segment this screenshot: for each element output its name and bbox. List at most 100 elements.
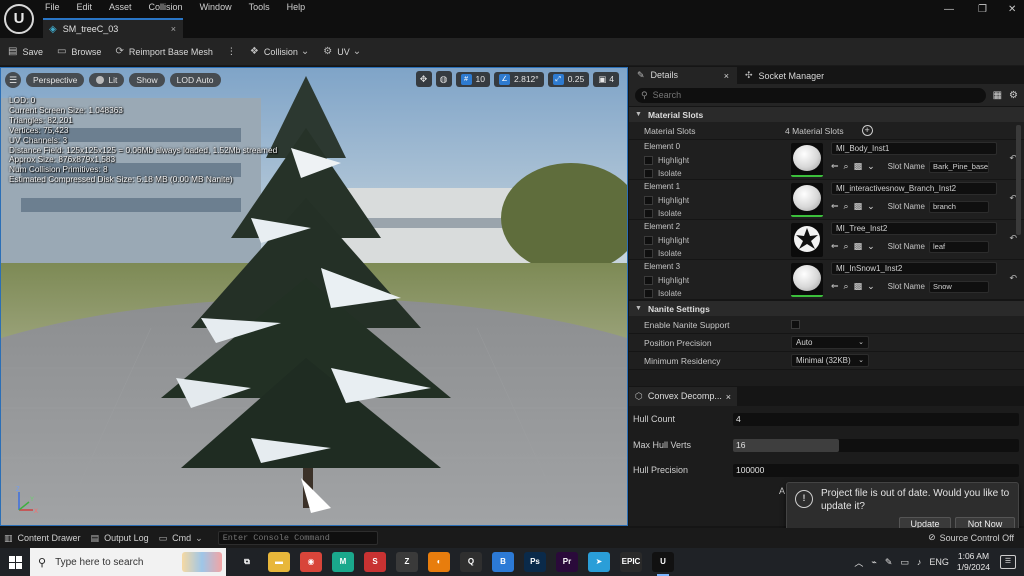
table-view-icon[interactable]: ▦ <box>993 90 1002 101</box>
menu-file[interactable]: File <box>40 0 65 16</box>
chevron-down-icon[interactable]: ⌄ <box>867 161 875 172</box>
world-icon[interactable]: ◍ <box>435 71 452 87</box>
tab-details[interactable]: ✎ Details × <box>629 67 737 84</box>
taskbar-app-app-m-icon[interactable]: M <box>332 552 354 572</box>
taskbar-app-photoshop-icon[interactable]: Ps <box>524 552 546 572</box>
checker-icon[interactable]: ▩ <box>854 241 863 252</box>
save-button[interactable]: ▤ Save <box>8 46 43 57</box>
isolate-checkbox[interactable] <box>644 249 653 258</box>
taskbar-app-app-s-icon[interactable]: S <box>364 552 386 572</box>
show-button[interactable]: Show <box>129 72 165 87</box>
transform-icon[interactable]: ✥ <box>415 71 432 87</box>
uv-dropdown[interactable]: ⚙ UV ⌄ <box>323 46 361 57</box>
rotation-snap-control[interactable]: ∠ 2.812° <box>494 71 544 87</box>
chevron-down-icon[interactable]: ⌄ <box>867 281 875 292</box>
slot-name-field[interactable]: Bark_Pine_baseC <box>929 160 990 173</box>
tab-convex-decomposition[interactable]: ⬡ Convex Decomp... × <box>629 387 737 406</box>
taskbar-app-blender-icon[interactable]: ◐ <box>428 552 450 572</box>
console-command-input[interactable] <box>217 531 378 545</box>
max-hull-verts-slider[interactable]: 16 <box>733 438 1019 452</box>
isolate-checkbox[interactable] <box>644 289 653 298</box>
close-window-button[interactable]: ✕ <box>1008 4 1016 15</box>
battery-icon[interactable]: ▭ <box>900 557 909 568</box>
hull-precision-slider[interactable]: 100000 <box>733 463 1019 477</box>
use-selected-icon[interactable]: ⇐ <box>831 201 839 212</box>
reimport-button[interactable]: ⟳ Reimport Base Mesh <box>115 46 212 57</box>
details-search-input[interactable] <box>652 90 953 100</box>
slot-name-field[interactable]: leaf <box>929 240 990 253</box>
highlight-checkbox[interactable] <box>644 196 653 205</box>
use-selected-icon[interactable]: ⇐ <box>831 161 839 172</box>
chevron-down-icon[interactable]: ⌄ <box>867 201 875 212</box>
cmd-dropdown[interactable]: ▭ Cmd ⌄ <box>159 533 208 544</box>
highlight-checkbox[interactable] <box>644 236 653 245</box>
use-selected-icon[interactable]: ⇐ <box>831 241 839 252</box>
language-indicator[interactable]: ENG <box>929 557 949 567</box>
taskbar-app-epic-games-icon[interactable]: EPIC <box>620 552 642 572</box>
material-thumbnail[interactable] <box>791 143 823 177</box>
close-icon[interactable]: × <box>171 24 176 34</box>
add-material-slot-icon[interactable]: + <box>861 125 873 136</box>
taskbar-app-file-explorer-icon[interactable]: ▬ <box>268 552 290 572</box>
taskbar-app-telegram-icon[interactable]: ➤ <box>588 552 610 572</box>
checker-icon[interactable]: ▩ <box>854 161 863 172</box>
taskbar-app-app-b-icon[interactable]: B <box>492 552 514 572</box>
use-selected-icon[interactable]: ⇐ <box>831 281 839 292</box>
network-icon[interactable]: ⌁ <box>871 557 876 568</box>
content-drawer-button[interactable]: ▥ Content Drawer <box>4 533 81 544</box>
material-thumbnail[interactable] <box>791 263 823 297</box>
more-options-button[interactable]: ⋮ <box>227 46 236 57</box>
menu-edit[interactable]: Edit <box>72 0 98 16</box>
material-picker[interactable]: MI_Body_Inst1 <box>831 142 997 155</box>
camera-speed-control[interactable]: ▣ 4 <box>593 71 619 87</box>
isolate-checkbox[interactable] <box>644 169 653 178</box>
gear-icon[interactable]: ⚙ <box>1009 90 1018 101</box>
unreal-engine-logo-icon[interactable]: U <box>4 4 34 34</box>
viewport-menu-button[interactable]: ☰ <box>5 71 21 88</box>
material-thumbnail[interactable] <box>791 223 823 257</box>
position-precision-dropdown[interactable]: Auto ⌄ <box>791 336 869 349</box>
chevron-down-icon[interactable]: ⌄ <box>867 241 875 252</box>
pen-icon[interactable]: ✎ <box>885 557 893 568</box>
reset-to-default-icon[interactable]: ↶ <box>1009 273 1017 284</box>
menu-asset[interactable]: Asset <box>104 0 137 16</box>
nanite-enable-checkbox[interactable] <box>791 320 800 329</box>
asset-tab[interactable]: ◈ SM_treeC_03 × <box>43 18 183 38</box>
browse-button[interactable]: ▭ Browse <box>57 46 101 57</box>
slot-name-field[interactable]: Snow <box>929 280 990 293</box>
browse-icon[interactable]: ⌕ <box>844 241 849 252</box>
isolate-checkbox[interactable] <box>644 209 653 218</box>
tab-socket-manager[interactable]: ✣ Socket Manager <box>737 67 832 84</box>
details-scrollbar[interactable] <box>1016 125 1021 235</box>
chevron-up-icon[interactable]: ︿ <box>854 556 863 569</box>
close-icon[interactable]: × <box>724 71 729 81</box>
checker-icon[interactable]: ▩ <box>854 201 863 212</box>
browse-icon[interactable]: ⌕ <box>844 281 849 292</box>
perspective-button[interactable]: Perspective <box>26 72 85 87</box>
material-picker[interactable]: MI_Tree_Inst2 <box>831 222 997 235</box>
slot-name-field[interactable]: branch <box>929 200 990 213</box>
lod-button[interactable]: LOD Auto <box>169 72 221 87</box>
start-button[interactable] <box>0 548 30 576</box>
notification-center-icon[interactable]: ☰ <box>1000 555 1016 569</box>
collision-dropdown[interactable]: ❖ Collision ⌄ <box>250 46 309 57</box>
browse-icon[interactable]: ⌕ <box>844 161 849 172</box>
grid-snap-control[interactable]: # 10 <box>455 71 491 87</box>
taskbar-app-app-z-icon[interactable]: Z <box>396 552 418 572</box>
category-nanite-settings[interactable]: ▼ Nanite Settings <box>629 300 1024 316</box>
scale-snap-control[interactable]: ⤢ 0.25 <box>547 71 590 87</box>
source-control-status[interactable]: ⊘ Source Control Off <box>928 532 1014 543</box>
output-log-button[interactable]: ▤ Output Log <box>91 533 149 544</box>
mesh-viewport[interactable]: ☰ Perspective Lit Show LOD Auto ✥ ◍ # 10 <box>0 67 628 526</box>
highlight-checkbox[interactable] <box>644 276 653 285</box>
menu-window[interactable]: Window <box>195 0 237 16</box>
material-picker[interactable]: MI_InSnow1_Inst2 <box>831 262 997 275</box>
clock[interactable]: 1:06 AM 1/9/2024 <box>957 551 990 573</box>
menu-tools[interactable]: Tools <box>244 0 275 16</box>
taskbar-app-chrome-icon[interactable]: ◉ <box>300 552 322 572</box>
close-icon[interactable]: × <box>726 392 731 402</box>
lit-button[interactable]: Lit <box>89 72 125 87</box>
material-thumbnail[interactable] <box>791 183 823 217</box>
checker-icon[interactable]: ▩ <box>854 281 863 292</box>
browse-icon[interactable]: ⌕ <box>844 201 849 212</box>
